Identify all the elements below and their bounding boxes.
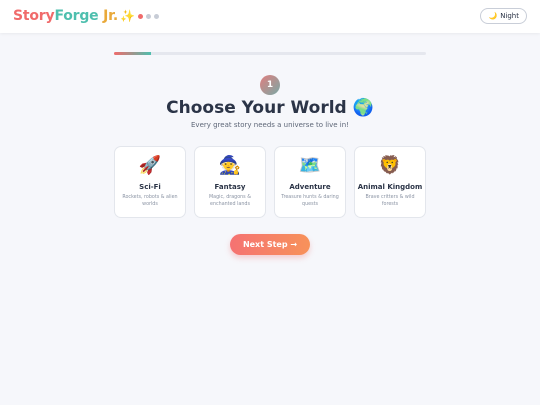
night-mode-toggle[interactable]: 🌙 Night	[480, 8, 527, 24]
logo-text-forge: Forge	[54, 8, 99, 24]
app-logo[interactable]: StoryForge Jr. ✨	[13, 8, 135, 24]
progress-bar	[114, 52, 426, 55]
world-options: 🚀 Sci-Fi Rockets, robots & alien worlds …	[114, 146, 426, 218]
night-mode-label: Night	[500, 12, 519, 20]
status-dot	[154, 14, 159, 19]
moon-icon: 🌙	[488, 12, 498, 20]
next-step-button[interactable]: Next Step →	[230, 234, 310, 255]
world-title: Adventure	[289, 183, 331, 191]
sparkle-icon: ✨	[120, 9, 135, 23]
page-title: Choose Your World 🌍	[166, 98, 374, 118]
status-dots	[138, 14, 159, 19]
status-dot	[146, 14, 151, 19]
world-description: Brave critters & wild forests	[365, 195, 415, 207]
logo-text-jr: Jr.	[98, 8, 118, 24]
rocket-icon: 🚀	[138, 155, 162, 176]
world-card-adventure[interactable]: 🗺️ Adventure Treasure hunts & daring que…	[274, 146, 346, 218]
status-dot	[138, 14, 143, 19]
progress-fill	[114, 52, 152, 55]
world-card-animal-kingdom[interactable]: 🦁 Animal Kingdom Brave critters & wild f…	[354, 146, 426, 218]
wizard-icon: 🧙	[218, 155, 242, 176]
world-card-sci-fi[interactable]: 🚀 Sci-Fi Rockets, robots & alien worlds	[114, 146, 186, 218]
map-icon: 🗺️	[298, 155, 322, 176]
page-subtitle: Every great story needs a universe to li…	[191, 121, 349, 129]
world-description: Magic, dragons & enchanted lands	[209, 195, 251, 207]
world-title: Fantasy	[214, 183, 246, 191]
world-title: Animal Kingdom	[357, 183, 423, 191]
top-bar: StoryForge Jr. ✨ 🌙 Night	[0, 0, 540, 33]
world-description: Rockets, robots & alien worlds	[122, 195, 178, 207]
lion-icon: 🦁	[378, 155, 402, 176]
step-number-badge: 1	[260, 75, 280, 95]
world-card-fantasy[interactable]: 🧙 Fantasy Magic, dragons & enchanted lan…	[194, 146, 266, 218]
logo-text-story: Story	[13, 8, 55, 24]
world-title: Sci-Fi	[139, 183, 161, 191]
world-description: Treasure hunts & daring quests	[281, 195, 339, 207]
